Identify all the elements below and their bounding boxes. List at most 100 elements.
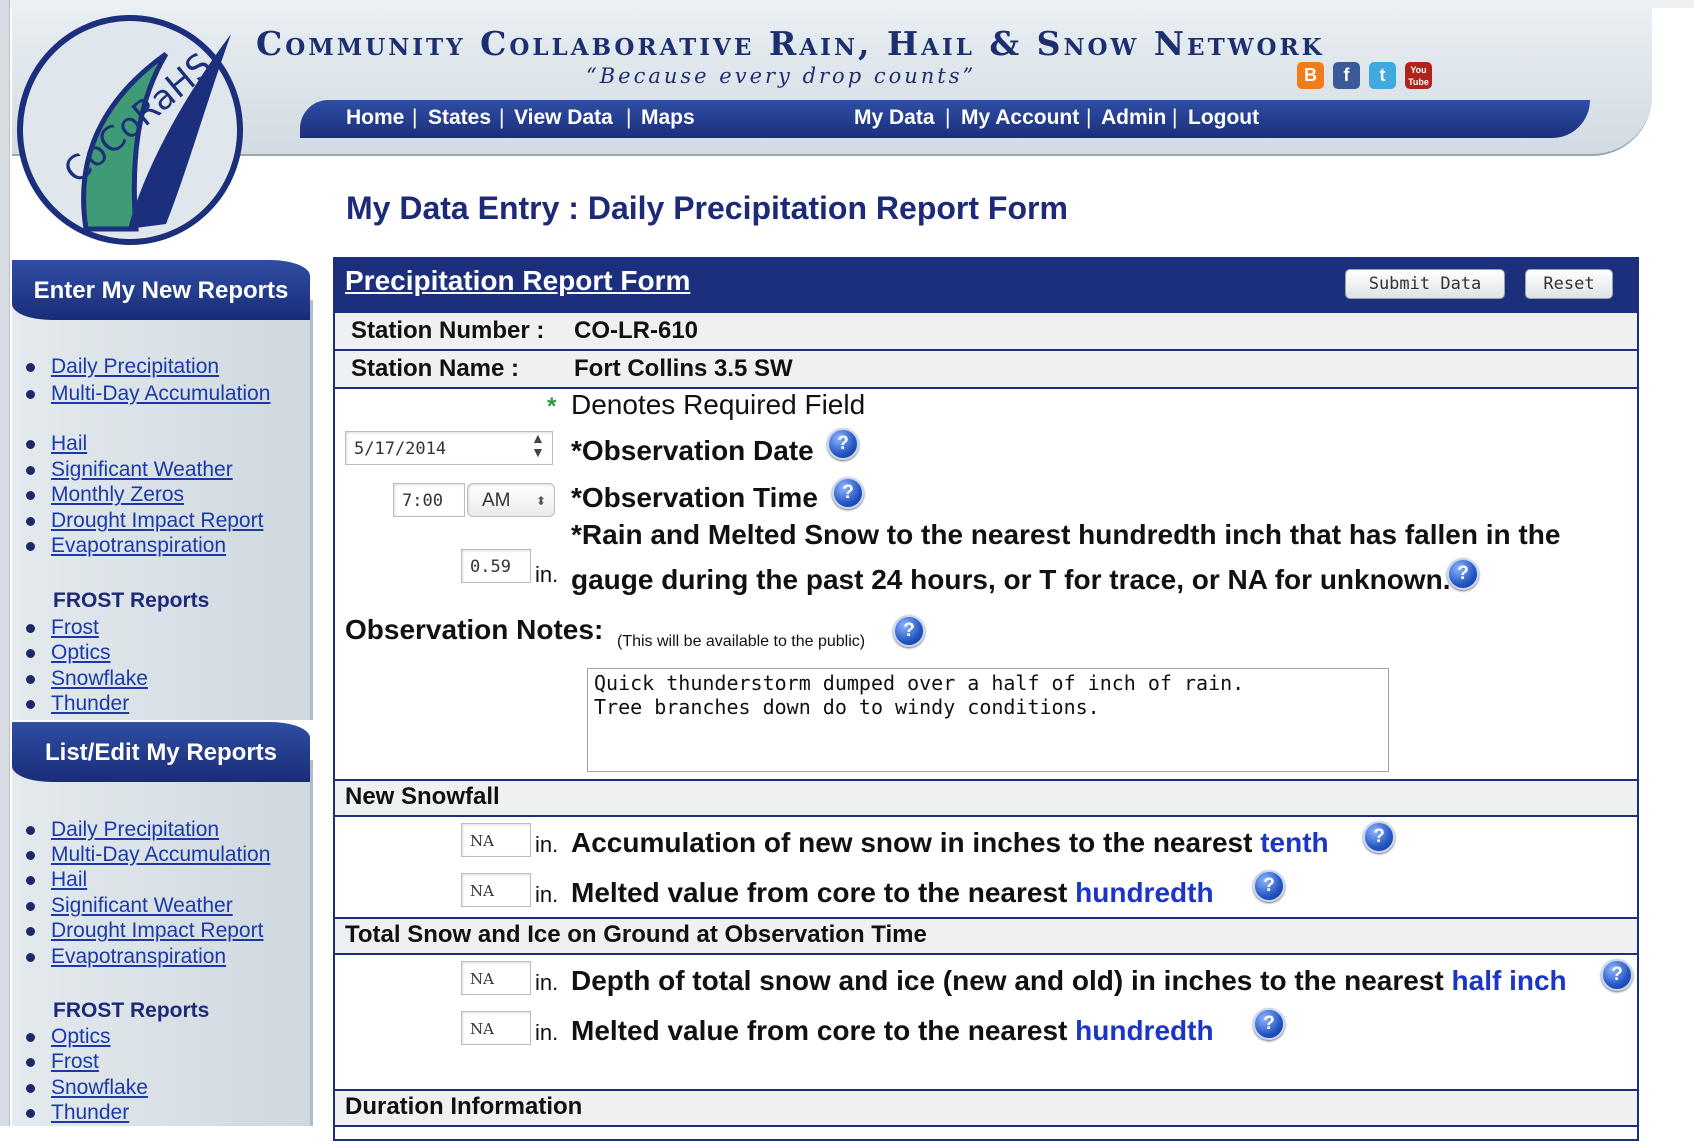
list-item[interactable]: Thunder <box>26 1101 129 1125</box>
snow-melted-input[interactable]: NA <box>461 873 531 907</box>
nav-my-data[interactable]: My Data <box>854 106 935 130</box>
list-item[interactable]: Daily Precipitation <box>26 818 219 842</box>
link-new-drought-impact-report[interactable]: Drought Impact Report <box>51 509 263 532</box>
divider <box>335 1125 1637 1127</box>
link-edit-frost[interactable]: Frost <box>51 1050 99 1073</box>
help-icon[interactable]: ? <box>1363 821 1395 853</box>
help-icon[interactable]: ? <box>832 477 864 509</box>
list-item[interactable]: Drought Impact Report <box>26 509 263 533</box>
new-snowfall-header-row <box>335 781 1637 815</box>
list-item[interactable]: Optics <box>26 641 111 665</box>
help-icon[interactable]: ? <box>827 428 859 460</box>
list-item[interactable]: Multi-Day Accumulation <box>26 843 270 867</box>
form-title[interactable]: Precipitation Report Form <box>345 265 690 297</box>
list-item[interactable]: Drought Impact Report <box>26 919 263 943</box>
list-item[interactable]: Optics <box>26 1025 111 1049</box>
list-item[interactable]: Significant Weather <box>26 458 233 482</box>
list-item[interactable]: Significant Weather <box>26 894 233 918</box>
nav-states[interactable]: States <box>428 106 491 130</box>
list-item[interactable]: Daily Precipitation <box>26 355 219 379</box>
nav-logout[interactable]: Logout <box>1188 106 1259 130</box>
link-new-frost[interactable]: Frost <box>51 616 99 639</box>
tagline: “Because every drop counts” <box>586 64 977 88</box>
unit-label: in. <box>535 832 559 857</box>
link-new-monthly-zeros[interactable]: Monthly Zeros <box>51 483 184 506</box>
twitter-icon[interactable]: t <box>1369 62 1396 89</box>
bullet-icon <box>26 926 35 936</box>
snow-depth-emphasis: half inch <box>1451 965 1567 996</box>
link-new-optics[interactable]: Optics <box>51 641 111 664</box>
bullet-icon <box>26 952 35 962</box>
link-edit-daily-precipitation[interactable]: Daily Precipitation <box>51 818 219 841</box>
help-icon[interactable]: ? <box>1253 870 1285 902</box>
bullet-icon <box>26 901 35 911</box>
link-edit-multi-day-accumulation[interactable]: Multi-Day Accumulation <box>51 843 270 866</box>
list-item[interactable]: Multi-Day Accumulation <box>26 382 270 406</box>
nav-my-account[interactable]: My Account <box>961 106 1079 130</box>
reset-button[interactable]: Reset <box>1525 269 1613 299</box>
link-new-thunder[interactable]: Thunder <box>51 692 129 715</box>
list-item[interactable]: Evapotranspiration <box>26 534 226 558</box>
unit-label: in. <box>535 970 559 995</box>
link-new-multi-day-accumulation[interactable]: Multi-Day Accumulation <box>51 382 270 405</box>
list-item[interactable]: Monthly Zeros <box>26 483 184 507</box>
date-stepper-icon[interactable]: ▲ ▼ <box>531 431 545 459</box>
observation-time-input[interactable]: 7:00 <box>393 483 465 517</box>
rain-label-line-2: gauge during the past 24 hours, or T for… <box>571 564 1451 595</box>
observation-notes-textarea[interactable]: Quick thunderstorm dumped over a half of… <box>587 668 1389 772</box>
link-edit-hail[interactable]: Hail <box>51 868 87 891</box>
station-number-value: CO-LR-610 <box>574 317 699 344</box>
new-snowfall-heading: New Snowfall <box>345 783 500 810</box>
station-number-label: Station Number : <box>351 317 545 344</box>
cocorahs-logo[interactable]: CoCoRaHS <box>16 14 244 246</box>
snow-depth-input[interactable]: NA <box>461 961 531 995</box>
list-item[interactable]: Hail <box>26 868 87 892</box>
link-edit-optics[interactable]: Optics <box>51 1025 111 1048</box>
top-strip <box>0 0 1694 8</box>
sidebar-new-reports-title: Enter My New Reports <box>12 260 310 320</box>
total-melted-input[interactable]: NA <box>461 1011 531 1045</box>
link-edit-evapotranspiration[interactable]: Evapotranspiration <box>51 945 226 968</box>
nav-separator: | <box>1086 106 1092 129</box>
link-new-evapotranspiration[interactable]: Evapotranspiration <box>51 534 226 557</box>
snow-melted-text: Melted value from core to the nearest <box>571 877 1076 908</box>
nav-home[interactable]: Home <box>346 106 404 130</box>
bullet-icon <box>26 850 35 860</box>
link-new-daily-precipitation[interactable]: Daily Precipitation <box>51 355 219 378</box>
link-edit-thunder[interactable]: Thunder <box>51 1101 129 1124</box>
link-edit-significant-weather[interactable]: Significant Weather <box>51 894 233 917</box>
help-icon[interactable]: ? <box>893 615 925 647</box>
rain-amount-input[interactable]: 0.59 <box>461 549 531 583</box>
submit-data-button[interactable]: Submit Data <box>1345 269 1505 299</box>
blogger-icon[interactable]: B <box>1297 62 1324 89</box>
bullet-icon <box>26 541 35 551</box>
sidebar-new-frost-title: FROST Reports <box>53 589 210 612</box>
link-edit-snowflake[interactable]: Snowflake <box>51 1076 148 1099</box>
list-item[interactable]: Hail <box>26 432 87 456</box>
nav-view-data[interactable]: View Data <box>514 106 613 130</box>
station-name-label: Station Name : <box>351 355 520 382</box>
link-edit-drought-impact-report[interactable]: Drought Impact Report <box>51 919 263 942</box>
list-item[interactable]: Snowflake <box>26 1076 148 1100</box>
bullet-icon <box>26 875 35 885</box>
am-pm-select[interactable]: AM ⬍ <box>467 483 555 517</box>
nav-separator: | <box>499 106 505 129</box>
station-name-row <box>335 351 1637 387</box>
link-new-hail[interactable]: Hail <box>51 432 87 455</box>
list-item[interactable]: Frost <box>26 1050 99 1074</box>
list-item[interactable]: Evapotranspiration <box>26 945 226 969</box>
nav-maps[interactable]: Maps <box>641 106 695 130</box>
list-item[interactable]: Frost <box>26 616 99 640</box>
link-new-significant-weather[interactable]: Significant Weather <box>51 458 233 481</box>
list-item[interactable]: Snowflake <box>26 667 148 691</box>
facebook-icon[interactable]: f <box>1333 62 1360 89</box>
snow-accumulation-input[interactable]: NA <box>461 823 531 857</box>
list-item[interactable]: Thunder <box>26 692 129 716</box>
help-icon[interactable]: ? <box>1253 1008 1285 1040</box>
observation-date-input[interactable]: 5/17/2014 <box>345 431 553 465</box>
help-icon[interactable]: ? <box>1447 558 1479 590</box>
link-new-snowflake[interactable]: Snowflake <box>51 667 148 690</box>
youtube-icon[interactable]: You Tube <box>1405 62 1432 89</box>
nav-admin[interactable]: Admin <box>1101 106 1166 130</box>
help-icon[interactable]: ? <box>1601 959 1633 991</box>
